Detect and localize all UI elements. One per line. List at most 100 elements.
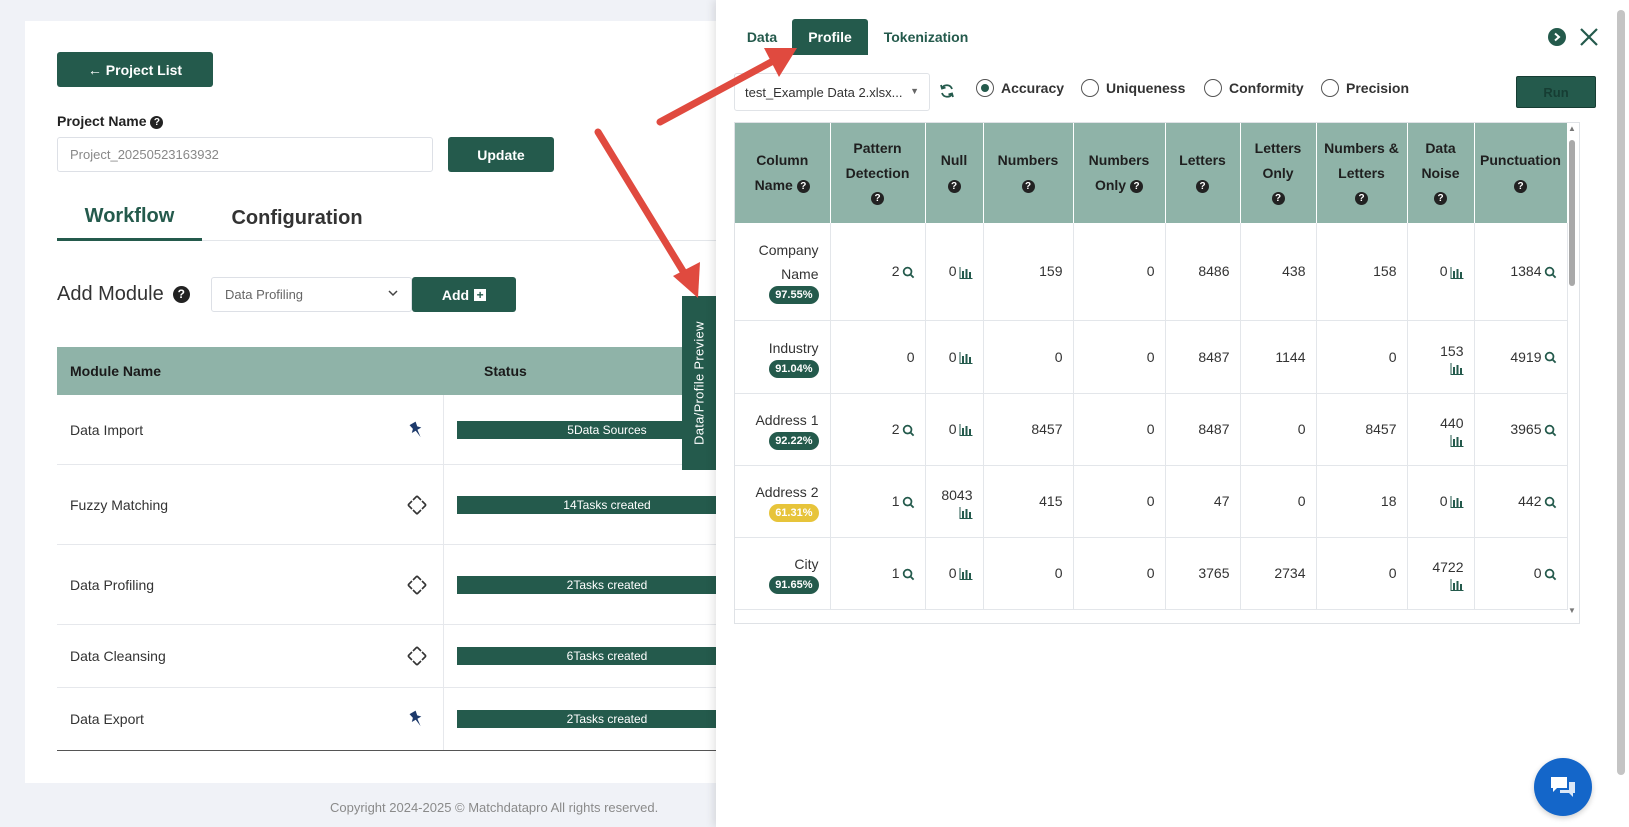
tab-data[interactable]: Data bbox=[737, 19, 787, 55]
page-scrollbar[interactable] bbox=[1617, 10, 1625, 775]
chat-icon[interactable] bbox=[1534, 758, 1592, 816]
numbers-cell: 159 bbox=[983, 223, 1074, 321]
punctuation-cell: 1384 bbox=[1474, 223, 1568, 321]
bar-chart-icon[interactable] bbox=[959, 424, 973, 437]
radio-accuracy[interactable]: Accuracy bbox=[976, 79, 1064, 97]
module-row[interactable]: Data Export 2Tasks created bbox=[57, 688, 717, 751]
noise-cell: 153 bbox=[1407, 320, 1475, 394]
numbers-cell: 0 bbox=[983, 537, 1074, 610]
bar-chart-icon[interactable] bbox=[1450, 496, 1464, 509]
null-cell: 0 bbox=[925, 223, 984, 321]
numbers-letters-cell: 158 bbox=[1316, 223, 1408, 321]
bar-chart-icon[interactable] bbox=[1450, 362, 1464, 375]
table-row[interactable]: Company Name 97.55% 2 0 159 0 8486 438 158 0 1384 bbox=[735, 223, 1568, 321]
pattern-value: 2 bbox=[891, 263, 900, 280]
bar-chart-icon[interactable] bbox=[1450, 435, 1464, 447]
bar-chart-icon[interactable] bbox=[1450, 579, 1464, 591]
letters-cell: 8486 bbox=[1165, 223, 1241, 321]
table-row[interactable]: Address 2 61.31% 1 8043 415 0 47 0 18 0 442 bbox=[735, 465, 1568, 538]
status-badge: 6Tasks created bbox=[457, 647, 717, 665]
search-icon[interactable] bbox=[902, 568, 915, 581]
table-scrollbar[interactable] bbox=[1569, 140, 1575, 286]
search-icon[interactable] bbox=[1544, 424, 1557, 437]
pin-icon[interactable] bbox=[405, 418, 429, 442]
search-icon[interactable] bbox=[902, 496, 915, 509]
add-module-label: Add Module? bbox=[57, 283, 190, 306]
numbers-cell: 415 bbox=[983, 465, 1074, 538]
run-button[interactable]: Run bbox=[1516, 76, 1596, 108]
help-icon[interactable]: ? bbox=[1434, 192, 1447, 206]
column-header-module-name: Module Name bbox=[70, 363, 162, 379]
search-icon[interactable] bbox=[902, 424, 915, 437]
close-icon[interactable] bbox=[1576, 24, 1602, 50]
status-badge: 2Tasks created bbox=[457, 710, 717, 728]
radio-uniqueness[interactable]: Uniqueness bbox=[1081, 79, 1185, 97]
bar-chart-icon[interactable] bbox=[959, 351, 973, 364]
help-icon[interactable]: ? bbox=[1130, 179, 1144, 193]
search-icon[interactable] bbox=[902, 266, 915, 279]
module-row[interactable]: Fuzzy Matching 14Tasks created bbox=[57, 465, 717, 545]
help-icon[interactable]: ? bbox=[947, 179, 961, 193]
table-row[interactable]: Industry 91.04% 0 0 0 0 8487 1144 0 153 4919 bbox=[735, 320, 1568, 394]
pattern-cell: 1 bbox=[830, 465, 926, 538]
scroll-up-icon[interactable]: ▲ bbox=[1568, 124, 1576, 133]
module-name: Data Export bbox=[70, 711, 144, 727]
help-icon[interactable]: ? bbox=[1271, 192, 1285, 206]
bar-chart-icon[interactable] bbox=[959, 266, 973, 279]
module-select[interactable]: Data Profiling bbox=[211, 277, 412, 312]
help-icon[interactable]: ? bbox=[1355, 192, 1368, 206]
numbers-letters-cell: 18 bbox=[1316, 465, 1408, 538]
data-profile-preview-tab[interactable]: Data/Profile Preview bbox=[682, 296, 716, 470]
help-icon[interactable]: ? bbox=[1196, 179, 1209, 193]
score-badge: 92.22% bbox=[769, 432, 819, 450]
tab-profile[interactable]: Profile bbox=[792, 19, 868, 55]
score-badge: 97.55% bbox=[769, 286, 819, 305]
caret-down-icon: ▼ bbox=[910, 86, 919, 96]
search-icon[interactable] bbox=[1544, 266, 1557, 279]
help-icon[interactable]: ? bbox=[150, 115, 164, 129]
module-row[interactable]: Data Profiling 2Tasks created bbox=[57, 545, 717, 625]
help-icon[interactable]: ? bbox=[871, 192, 884, 206]
letters-only-cell: 0 bbox=[1240, 465, 1317, 538]
numbers-letters-cell: 0 bbox=[1316, 537, 1408, 610]
module-row[interactable]: Data Cleansing 6Tasks created bbox=[57, 625, 717, 688]
move-icon[interactable] bbox=[405, 573, 429, 597]
radio-precision[interactable]: Precision bbox=[1321, 79, 1409, 97]
radio-label: Uniqueness bbox=[1106, 80, 1186, 96]
chevron-right-icon[interactable] bbox=[1548, 28, 1566, 46]
bar-chart-icon[interactable] bbox=[959, 507, 973, 519]
bar-chart-icon[interactable] bbox=[959, 568, 973, 581]
search-icon[interactable] bbox=[1544, 496, 1557, 509]
file-select[interactable]: test_Example Data 2.xlsx... ▼ bbox=[734, 73, 930, 111]
tab-workflow[interactable]: Workflow bbox=[57, 195, 202, 241]
table-row[interactable]: City 91.65% 1 0 0 0 3765 2734 0 4722 0 bbox=[735, 537, 1568, 610]
move-icon[interactable] bbox=[405, 644, 429, 668]
tab-configuration[interactable]: Configuration bbox=[212, 195, 382, 241]
letters-cell: 8487 bbox=[1165, 320, 1241, 394]
column-header: Letters Only? bbox=[1240, 123, 1317, 223]
tab-tokenization[interactable]: Tokenization bbox=[876, 19, 976, 55]
radio-label: Conformity bbox=[1229, 80, 1304, 96]
help-icon[interactable]: ? bbox=[1514, 179, 1527, 193]
update-button[interactable]: Update bbox=[448, 137, 554, 172]
project-list-button[interactable]: ← Project List bbox=[57, 52, 213, 87]
project-name-input[interactable]: Project_20250523163932 bbox=[57, 137, 433, 172]
table-row[interactable]: Address 1 92.22% 2 0 8457 0 8487 0 8457 440 3965 bbox=[735, 393, 1568, 466]
bar-chart-icon[interactable] bbox=[1450, 266, 1464, 279]
radio-conformity[interactable]: Conformity bbox=[1204, 79, 1304, 97]
add-module-button[interactable]: Add + bbox=[412, 277, 516, 312]
numbers-only-cell: 0 bbox=[1073, 393, 1166, 466]
search-icon[interactable] bbox=[1544, 351, 1557, 364]
search-icon[interactable] bbox=[1544, 568, 1557, 581]
null-value: 0 bbox=[948, 421, 957, 437]
refresh-icon[interactable] bbox=[938, 82, 958, 102]
help-icon[interactable]: ? bbox=[1021, 179, 1035, 193]
help-icon[interactable]: ? bbox=[796, 179, 810, 193]
help-icon[interactable]: ? bbox=[172, 286, 190, 303]
scroll-down-icon[interactable]: ▼ bbox=[1568, 606, 1576, 615]
noise-value: 153 bbox=[1440, 342, 1464, 359]
module-row[interactable]: Data Import 5Data Sources bbox=[57, 395, 717, 465]
pin-icon[interactable] bbox=[405, 707, 429, 731]
null-cell: 8043 bbox=[925, 465, 984, 538]
move-icon[interactable] bbox=[405, 493, 429, 517]
